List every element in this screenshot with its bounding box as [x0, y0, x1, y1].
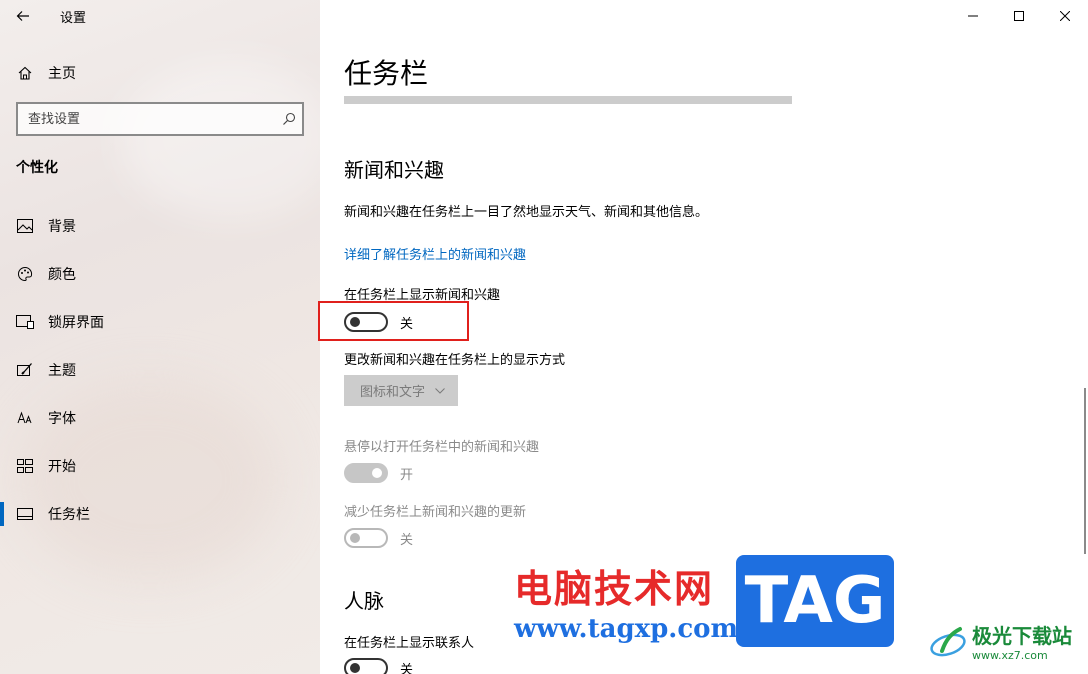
close-button[interactable] — [1042, 0, 1088, 32]
show-contacts-toggle[interactable] — [344, 658, 388, 674]
maximize-icon — [1014, 11, 1024, 21]
toggle-state-text: 关 — [400, 532, 414, 548]
theme-brush-icon — [16, 361, 34, 379]
section-heading: 个性化 — [16, 160, 58, 176]
hover-open-toggle-row: 开 — [344, 463, 413, 483]
sidebar-item-label: 主题 — [48, 363, 76, 379]
show-news-toggle-row: 关 — [344, 312, 413, 332]
font-icon — [16, 409, 34, 427]
image-icon — [16, 217, 34, 235]
taskbar-icon — [16, 505, 34, 523]
lock-screen-icon — [16, 313, 34, 331]
show-contacts-toggle-row: 关 — [344, 658, 413, 674]
toggle-knob — [350, 533, 360, 543]
page-title: 任务栏 — [344, 57, 429, 90]
reduce-updates-toggle-row: 关 — [344, 528, 413, 548]
toggle-state-text: 关 — [400, 662, 414, 674]
window-title: 设置 — [60, 10, 87, 26]
minimize-icon — [968, 15, 978, 17]
sidebar-item-home[interactable]: 主页 — [0, 56, 320, 90]
close-icon — [1060, 11, 1070, 21]
sidebar-item-label: 任务栏 — [48, 507, 90, 523]
news-interests-description: 新闻和兴趣在任务栏上一目了然地显示天气、新闻和其他信息。 — [344, 205, 709, 220]
reduce-updates-toggle[interactable] — [344, 528, 388, 548]
sidebar-item-label: 主页 — [48, 66, 76, 82]
learn-more-link[interactable]: 详细了解任务栏上的新闻和兴趣 — [344, 244, 526, 263]
people-heading: 人脉 — [344, 589, 384, 613]
hover-open-label: 悬停以打开任务栏中的新闻和兴趣 — [344, 440, 540, 455]
watermark-site-name: 极光下载站 — [972, 624, 1072, 648]
window-controls — [950, 0, 1088, 32]
title-underline — [344, 96, 792, 104]
toggle-state-text: 开 — [400, 467, 414, 483]
sidebar: 设置 主页 个性化 背景 颜色 锁屏界面 — [0, 0, 340, 674]
sidebar-item-lock-screen[interactable]: 锁屏界面 — [0, 298, 320, 346]
hover-open-toggle[interactable] — [344, 463, 388, 483]
toggle-state-text: 关 — [400, 316, 414, 332]
watermark-tag-logo: TAG — [736, 555, 894, 647]
show-news-toggle[interactable] — [344, 312, 388, 332]
maximize-button[interactable] — [996, 0, 1042, 32]
show-contacts-label: 在任务栏上显示联系人 — [344, 636, 475, 651]
show-news-label: 在任务栏上显示新闻和兴趣 — [344, 288, 501, 303]
display-mode-label: 更改新闻和兴趣在任务栏上的显示方式 — [344, 353, 566, 368]
sidebar-item-start[interactable]: 开始 — [0, 442, 320, 490]
sidebar-item-themes[interactable]: 主题 — [0, 346, 320, 394]
toggle-knob — [372, 468, 382, 478]
start-grid-icon — [16, 457, 34, 475]
toggle-knob — [350, 317, 360, 327]
news-interests-heading: 新闻和兴趣 — [344, 158, 444, 182]
minimize-button[interactable] — [950, 0, 996, 32]
sidebar-item-label: 开始 — [48, 459, 76, 475]
search-input[interactable] — [28, 111, 276, 127]
search-icon[interactable] — [276, 112, 302, 126]
toggle-knob — [350, 663, 360, 673]
scrollbar[interactable] — [1084, 388, 1086, 554]
home-icon — [16, 64, 34, 82]
sidebar-item-label: 颜色 — [48, 267, 76, 283]
search-box[interactable] — [16, 102, 304, 136]
watermark-site-url: www.xz7.com — [972, 649, 1048, 662]
sidebar-nav: 背景 颜色 锁屏界面 主题 字体 开始 任务栏 — [0, 202, 320, 538]
back-arrow-icon — [16, 11, 29, 21]
sidebar-item-background[interactable]: 背景 — [0, 202, 320, 250]
sidebar-item-label: 字体 — [48, 411, 76, 427]
dropdown-value: 图标和文字 — [360, 385, 426, 400]
reduce-updates-label: 减少任务栏上新闻和兴趣的更新 — [344, 505, 527, 520]
watermark-text: 电脑技术网 — [514, 567, 715, 611]
chevron-down-icon — [435, 387, 445, 394]
sidebar-item-fonts[interactable]: 字体 — [0, 394, 320, 442]
watermark-url: www.tagxp.com — [514, 614, 739, 644]
sidebar-item-taskbar[interactable]: 任务栏 — [0, 490, 320, 538]
sidebar-item-label: 锁屏界面 — [48, 315, 104, 331]
display-mode-dropdown[interactable]: 图标和文字 — [344, 375, 458, 406]
aurora-logo-icon — [930, 627, 966, 657]
palette-icon — [16, 265, 34, 283]
sidebar-item-label: 背景 — [48, 219, 76, 235]
title-bar: 设置 — [0, 0, 320, 32]
sidebar-item-colors[interactable]: 颜色 — [0, 250, 320, 298]
back-button[interactable] — [0, 0, 46, 32]
watermark-site-logo: 极光下载站 www.xz7.com — [928, 620, 1072, 662]
